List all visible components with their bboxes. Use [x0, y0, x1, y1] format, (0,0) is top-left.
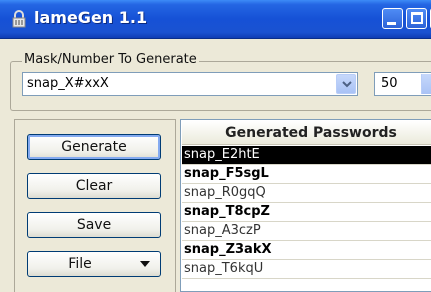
title-bar[interactable]: lameGen 1.1	[0, 0, 431, 39]
file-menu-button[interactable]: File	[27, 251, 161, 277]
password-row[interactable]: snap_F5sgL	[182, 165, 431, 184]
caret-down-icon	[140, 261, 150, 267]
lock-icon	[10, 10, 28, 28]
passwords-list[interactable]: Generated Passwords snap_E2htE snap_F5sg…	[180, 119, 431, 292]
password-row[interactable]: snap_T8cpZ	[182, 203, 431, 222]
password-row[interactable]: snap_E2htE	[182, 146, 431, 165]
count-spinner[interactable]: 50	[374, 72, 431, 96]
password-row[interactable]: snap_T6kqU	[182, 260, 431, 279]
count-input[interactable]: 50	[381, 76, 398, 91]
maximize-icon	[411, 12, 423, 24]
chevron-down-icon	[342, 81, 352, 88]
passwords-column-header[interactable]: Generated Passwords	[182, 121, 431, 145]
spin-buttons[interactable]	[421, 74, 431, 94]
password-row[interactable]: snap_Z3akX	[182, 241, 431, 260]
clear-button[interactable]: Clear	[27, 173, 161, 199]
maximize-button[interactable]	[406, 8, 427, 29]
password-row[interactable]: snap_A3czP	[182, 222, 431, 241]
mask-input[interactable]: snap_X#xxX	[27, 76, 109, 91]
window-title: lameGen 1.1	[34, 8, 148, 27]
minimize-icon	[387, 22, 396, 25]
mask-group-label: Mask/Number To Generate	[22, 52, 199, 67]
mask-combobox[interactable]: snap_X#xxX	[22, 72, 358, 96]
password-row[interactable]: snap_R0gqQ	[182, 184, 431, 203]
generate-button[interactable]: Generate	[27, 134, 161, 160]
mask-dropdown-button[interactable]	[336, 74, 356, 94]
minimize-button[interactable]	[382, 8, 403, 29]
save-button[interactable]: Save	[27, 212, 161, 238]
